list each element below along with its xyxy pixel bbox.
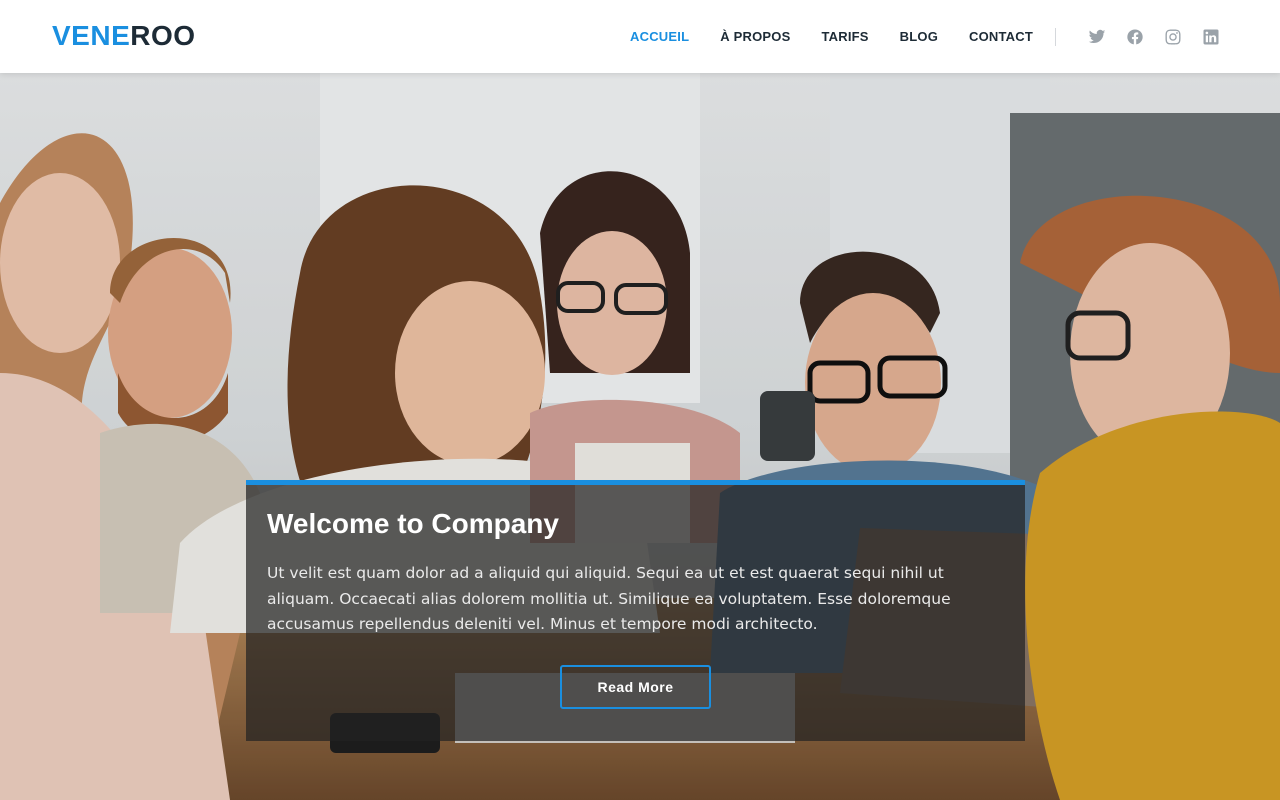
instagram-icon[interactable]	[1164, 28, 1182, 46]
logo-part-accent: VENE	[52, 20, 131, 51]
nav-item-contact[interactable]: CONTACT	[969, 29, 1033, 44]
site-header: VENEROO ACCUEIL À PROPOS TARIFS BLOG CON…	[0, 0, 1280, 73]
nav-item-tarifs[interactable]: TARIFS	[821, 29, 868, 44]
hero-description: Ut velit est quam dolor ad a aliquid qui…	[267, 564, 951, 633]
read-more-button[interactable]: Read More	[560, 665, 711, 709]
logo-part-dark: ROO	[130, 20, 196, 51]
main-nav: ACCUEIL À PROPOS TARIFS BLOG CONTACT	[599, 0, 1280, 73]
nav-divider	[1055, 27, 1056, 46]
twitter-icon[interactable]	[1088, 28, 1106, 46]
linkedin-icon[interactable]	[1202, 28, 1220, 46]
hero-section: Welcome to Company Ut velit est quam dol…	[0, 73, 1280, 800]
hero-content-box: Welcome to Company Ut velit est quam dol…	[246, 480, 1025, 741]
nav-item-accueil[interactable]: ACCUEIL	[630, 29, 689, 44]
hero-title: Welcome to Company	[267, 508, 559, 539]
facebook-icon[interactable]	[1126, 28, 1144, 46]
nav-item-a-propos[interactable]: À PROPOS	[720, 29, 790, 44]
nav-item-blog[interactable]: BLOG	[900, 29, 938, 44]
site-logo[interactable]: VENEROO	[52, 18, 196, 54]
